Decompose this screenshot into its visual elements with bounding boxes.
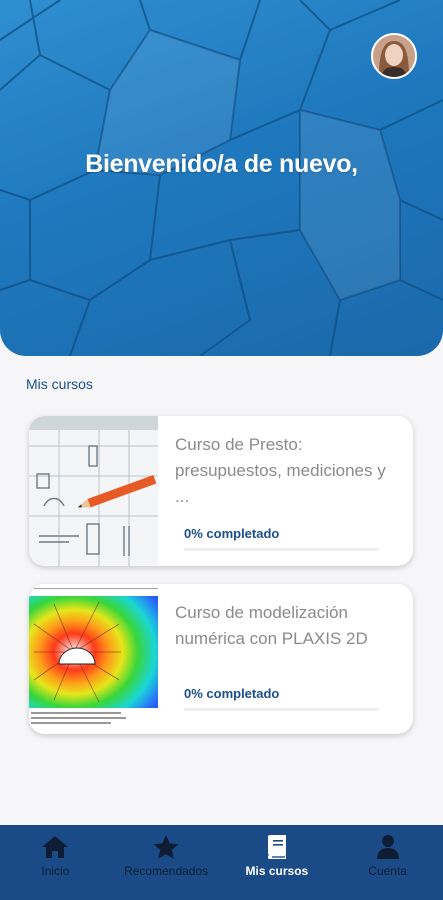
- nav-item-mis-cursos[interactable]: Mis cursos: [222, 825, 333, 900]
- course-card[interactable]: Curso de modelización numérica con PLAXI…: [29, 584, 413, 734]
- course-title: Curso de modelización numérica con PLAXI…: [175, 603, 368, 648]
- course-thumbnail: [29, 416, 158, 566]
- user-icon: [376, 835, 399, 859]
- home-icon: [42, 836, 69, 858]
- my-courses-heading: Mis cursos: [26, 376, 93, 392]
- course-title: Curso de Presto: presupuestos, medicione…: [175, 435, 386, 506]
- nav-item-inicio[interactable]: Inicio: [0, 825, 111, 900]
- nav-item-recomendados[interactable]: Recomendados: [111, 825, 222, 900]
- blueprint-pencil-image: [29, 416, 158, 566]
- book-icon: [267, 835, 286, 859]
- nav-label: Inicio: [41, 864, 70, 878]
- nav-item-cuenta[interactable]: Cuenta: [332, 825, 443, 900]
- course-thumbnail: [29, 584, 158, 734]
- welcome-heading: Bienvenido/a de nuevo,: [85, 150, 358, 178]
- user-avatar[interactable]: [371, 33, 417, 79]
- course-progress-label: 0% completado: [184, 526, 280, 541]
- course-progress-label: 0% completado: [184, 686, 280, 701]
- course-card[interactable]: Curso de Presto: presupuestos, medicione…: [29, 416, 413, 566]
- star-icon: [153, 835, 179, 859]
- welcome-hero: Bienvenido/a de nuevo,: [0, 0, 443, 356]
- nav-label: Cuenta: [368, 864, 407, 878]
- avatar-portrait-icon: [373, 35, 415, 77]
- nav-label: Mis cursos: [245, 864, 309, 878]
- course-progress-bar: [184, 708, 379, 711]
- plaxis-contour-image: [29, 584, 158, 734]
- bottom-navigation: Inicio Recomendados Mis cursos Cuenta: [0, 825, 443, 900]
- nav-label: Recomendados: [124, 864, 209, 878]
- course-progress-bar: [184, 548, 379, 551]
